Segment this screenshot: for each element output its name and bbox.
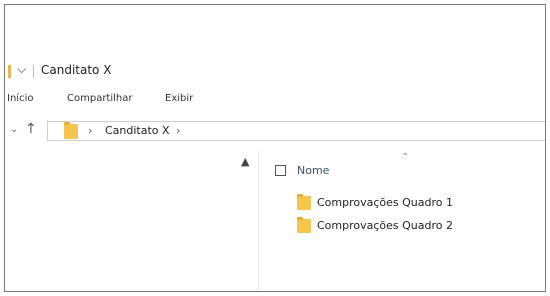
tab-compartilhar[interactable]: Compartilhar [67, 93, 132, 104]
folder-icon [64, 122, 78, 139]
list-item[interactable]: Comprovações Quadro 2 [295, 216, 525, 236]
quick-access-toolbar-icon[interactable]: ⌵ [17, 62, 26, 77]
window-title: Canditato X [41, 63, 112, 77]
folder-accent-icon [8, 65, 11, 78]
pane-divider [258, 150, 259, 291]
list-item[interactable]: Comprovações Quadro 1 [295, 193, 525, 213]
sort-ascending-icon: ⌃ [401, 152, 410, 163]
breadcrumb-separator[interactable]: › [88, 124, 92, 137]
folder-icon [297, 194, 311, 210]
file-name: Comprovações Quadro 1 [317, 196, 454, 209]
navigation-bar: ⌄ ↑ › Canditato X › [5, 121, 545, 143]
ribbon-tabs: Início Compartilhar Exibir [5, 93, 545, 111]
title-divider [33, 65, 34, 78]
file-name: Comprovações Quadro 2 [317, 219, 454, 232]
list-header: Nome ⌃ [271, 152, 531, 182]
column-header-name[interactable]: Nome [297, 164, 329, 177]
select-all-checkbox[interactable] [275, 165, 286, 176]
scroll-up-icon[interactable]: ▲ [241, 155, 249, 168]
tab-exibir[interactable]: Exibir [165, 93, 193, 104]
tab-inicio[interactable]: Início [7, 93, 33, 104]
title-bar: ⌵ Canditato X [5, 61, 545, 83]
chevron-down-icon[interactable]: ⌄ [10, 124, 18, 135]
up-arrow-icon[interactable]: ↑ [25, 121, 37, 137]
folder-icon [297, 217, 311, 233]
breadcrumb-canditato-x[interactable]: Canditato X [105, 124, 170, 137]
breadcrumb-separator-trailing[interactable]: › [176, 124, 180, 137]
explorer-window: ⌵ Canditato X Início Compartilhar Exibir… [4, 4, 546, 292]
address-bar[interactable]: › Canditato X › [47, 121, 545, 141]
